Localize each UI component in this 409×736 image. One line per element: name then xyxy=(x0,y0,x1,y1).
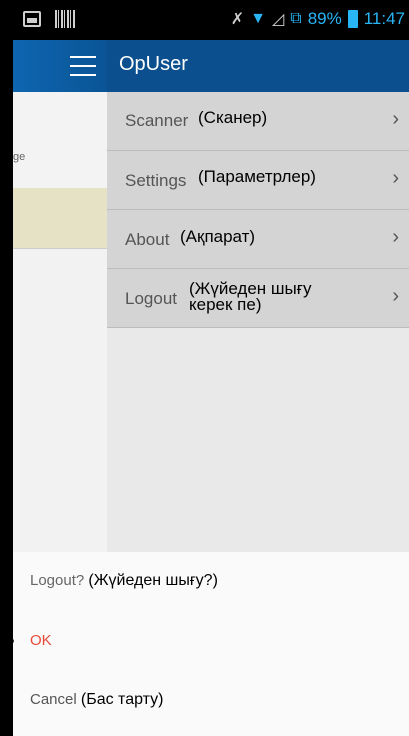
drawer-item-settings[interactable]: Settings (Параметрлер) › xyxy=(107,151,409,210)
status-right: ✗ ▼ ◿ ⧉ 89% 11:47 xyxy=(231,9,405,29)
signal-icon: ◿ xyxy=(271,11,285,28)
battery-percent: 89% xyxy=(307,9,342,28)
ok-label: OK xyxy=(30,632,52,649)
drawer-item-note: (Сканер) xyxy=(198,108,268,127)
drawer-item-label: Logout xyxy=(125,289,177,308)
image-notification-icon xyxy=(23,11,41,27)
pointer-arrow-icon xyxy=(0,632,14,650)
drawer-item-label: Settings xyxy=(125,171,187,190)
cancel-label: Cancel xyxy=(30,691,77,708)
dialog-title-text: Logout? xyxy=(30,572,85,589)
chevron-right-icon: › xyxy=(392,226,399,248)
wifi-icon: ▼ xyxy=(250,10,266,27)
content-row-text: ge xyxy=(13,151,26,163)
cancel-note: (Бас тарту) xyxy=(80,691,164,708)
status-left xyxy=(23,10,75,28)
battery-icon xyxy=(347,10,358,28)
navigation-drawer: Scanner (Сканер) › Settings (Параметрлер… xyxy=(107,92,409,552)
barcode-notification-icon xyxy=(55,10,75,28)
chevron-right-icon: › xyxy=(392,108,399,130)
hamburger-menu-icon[interactable] xyxy=(70,56,96,76)
content-row-highlighted[interactable] xyxy=(13,188,107,249)
action-bar: OpUser xyxy=(13,40,409,92)
chevron-right-icon: › xyxy=(392,167,399,189)
mute-icon: ✗ xyxy=(230,11,245,28)
ok-button[interactable]: OK xyxy=(30,632,52,649)
drawer-item-label: Scanner xyxy=(125,111,189,130)
data-transfer-icon: ⧉ xyxy=(290,10,302,27)
drawer-item-scanner[interactable]: Scanner (Сканер) › xyxy=(107,92,409,151)
main-content: ge xyxy=(13,92,107,552)
cancel-button[interactable]: Cancel (Бас тарту) xyxy=(30,691,163,709)
drawer-item-logout[interactable]: Logout (Жүйеден шығу керек пе) › xyxy=(107,269,409,328)
drawer-item-note: (Параметрлер) xyxy=(198,167,316,186)
drawer-item-label: About xyxy=(125,230,170,249)
clock: 11:47 xyxy=(363,9,405,28)
logout-dialog: Logout? (Жүйеден шығу?) OK Cancel (Бас т… xyxy=(13,552,409,736)
content-row[interactable]: ge xyxy=(13,92,107,189)
drawer-item-about[interactable]: About (Ақпарат) › xyxy=(107,210,409,269)
drawer-item-note: (Ақпарат) xyxy=(180,227,256,246)
chevron-right-icon: › xyxy=(392,285,399,307)
dialog-title-note: (Жүйеден шығу?) xyxy=(88,572,218,589)
action-bar-left xyxy=(13,40,107,92)
status-bar: ✗ ▼ ◿ ⧉ 89% 11:47 xyxy=(13,0,409,40)
dialog-title: Logout? (Жүйеден шығу?) xyxy=(30,572,218,590)
drawer-item-note-line2: керек пе) xyxy=(189,295,262,314)
app-title: OpUser xyxy=(119,53,188,75)
